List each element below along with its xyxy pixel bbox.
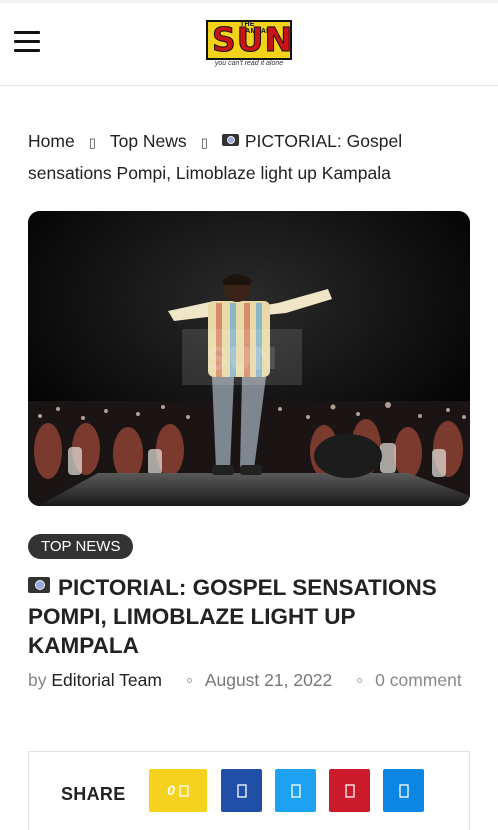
twitter-icon <box>290 784 301 798</box>
author-prefix: by <box>28 670 47 690</box>
header-top-border <box>0 0 498 3</box>
meta-separator-icon <box>186 678 192 683</box>
camera-icon <box>221 134 239 146</box>
share-icon <box>179 785 189 797</box>
breadcrumb-category-link[interactable]: Top News <box>110 131 187 151</box>
breadcrumb-separator-icon: ▯ <box>88 135 96 150</box>
article-title: PICTORIAL: GOSPEL SENSATIONS POMPI, LIMO… <box>28 573 468 660</box>
logo-wordmark: SUN <box>211 20 294 59</box>
meta-separator-icon <box>357 678 363 683</box>
breadcrumb: Home ▯ Top News ▯ PICTORIAL: Gospel sensatio… <box>28 126 476 188</box>
comments-link[interactable]: 0 comment <box>375 670 462 690</box>
share-label: SHARE <box>61 784 126 804</box>
menu-hamburger-icon[interactable] <box>14 31 40 52</box>
share-box: SHARE 0 <box>28 751 470 830</box>
site-logo[interactable]: THE KAMPALA SUN you can't read it alone <box>206 20 294 70</box>
share-count-button[interactable]: 0 <box>149 769 207 812</box>
facebook-icon <box>236 784 247 798</box>
twitter-share-button[interactable] <box>275 769 316 812</box>
category-badge[interactable]: TOP NEWS <box>28 534 134 559</box>
telegram-icon <box>398 784 409 798</box>
breadcrumb-home-link[interactable]: Home <box>28 131 75 151</box>
pinterest-icon <box>344 784 355 798</box>
article-meta: by Editorial Team August 21, 2022 0 comm… <box>28 668 468 692</box>
svg-text:SUN: SUN <box>206 342 277 377</box>
share-count: 0 <box>167 782 175 798</box>
pinterest-share-button[interactable] <box>329 769 370 812</box>
concert-photo: SUN <box>28 211 470 506</box>
breadcrumb-separator-icon: ▯ <box>200 135 208 150</box>
breadcrumb-current: PICTORIAL: Gospel sensations Pompi, Limo… <box>28 131 403 183</box>
publish-date: August 21, 2022 <box>204 670 333 690</box>
camera-icon <box>28 577 50 593</box>
facebook-share-button[interactable] <box>221 769 262 812</box>
site-header: THE KAMPALA SUN you can't read it alone <box>0 0 498 86</box>
telegram-share-button[interactable] <box>383 769 424 812</box>
featured-image[interactable]: SUN <box>28 211 470 506</box>
article-title-text: PICTORIAL: GOSPEL SENSATIONS POMPI, LIMO… <box>28 575 437 658</box>
logo-tagline: you can't read it alone <box>214 60 284 67</box>
author-link[interactable]: Editorial Team <box>51 670 162 690</box>
